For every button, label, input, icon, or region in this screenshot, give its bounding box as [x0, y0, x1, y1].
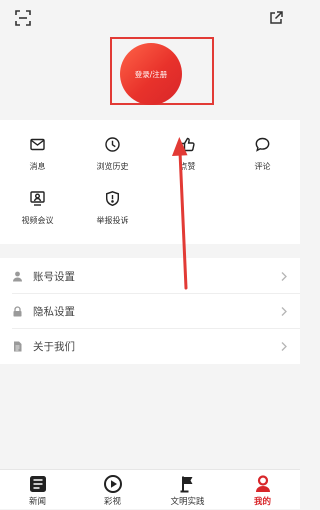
flag-icon	[180, 476, 192, 493]
feature-comments[interactable]: 评论	[225, 136, 300, 180]
tab-civilization-practice[interactable]: 文明实践	[150, 470, 225, 510]
feature-grid: 消息 浏览历史 点赞 评论 视频会议 举报投诉	[0, 120, 300, 244]
tab-news[interactable]: 新闻	[0, 470, 75, 510]
settings-item-label: 关于我们	[33, 341, 75, 353]
tab-label: 新闻	[28, 497, 46, 507]
settings-item-label: 账号设置	[33, 271, 75, 283]
chevron-right-icon	[281, 307, 287, 316]
feature-history[interactable]: 浏览历史	[75, 136, 150, 180]
feature-messages[interactable]: 消息	[0, 136, 75, 180]
clock-icon	[105, 137, 120, 152]
tab-caishi[interactable]: 彩视	[75, 470, 150, 510]
tab-label: 我的	[253, 497, 271, 507]
bottom-tab-bar: 新闻 彩视 文明实践 我的	[0, 469, 300, 509]
settings-item-account[interactable]: 账号设置	[0, 259, 300, 294]
feature-label: 评论	[254, 162, 271, 171]
login-register-button[interactable]: 登录/注册	[120, 43, 182, 105]
login-register-label: 登录/注册	[134, 69, 168, 79]
user-icon	[13, 271, 22, 282]
settings-item-privacy[interactable]: 隐私设置	[0, 294, 300, 329]
share-icon[interactable]	[267, 9, 285, 27]
video-conference-icon	[30, 191, 45, 206]
lock-icon	[13, 306, 22, 317]
feature-label: 浏览历史	[96, 162, 129, 171]
feature-likes[interactable]: 点赞	[150, 136, 225, 180]
profile-header: 登录/注册	[0, 0, 300, 120]
comment-icon	[255, 137, 270, 152]
settings-list: 账号设置 隐私设置 关于我们	[0, 258, 300, 364]
chevron-right-icon	[281, 272, 287, 281]
feature-label: 视频会议	[21, 216, 54, 225]
feature-report[interactable]: 举报投诉	[75, 190, 150, 234]
chevron-right-icon	[281, 342, 287, 351]
tab-label: 彩视	[103, 497, 121, 507]
feature-video-conference[interactable]: 视频会议	[0, 190, 75, 234]
report-icon	[106, 191, 119, 207]
tab-label: 文明实践	[170, 497, 205, 507]
thumbs-up-icon	[180, 137, 195, 152]
feature-label: 消息	[29, 162, 46, 171]
profile-icon	[255, 475, 270, 492]
settings-item-label: 隐私设置	[33, 306, 75, 318]
feature-label: 点赞	[179, 162, 196, 171]
news-icon	[29, 476, 46, 492]
play-icon	[103, 475, 122, 493]
document-icon	[14, 341, 22, 352]
settings-item-about[interactable]: 关于我们	[0, 329, 300, 364]
envelope-icon	[30, 138, 45, 151]
feature-label: 举报投诉	[96, 216, 129, 225]
scan-icon[interactable]	[14, 9, 32, 27]
tab-mine[interactable]: 我的	[225, 470, 300, 510]
